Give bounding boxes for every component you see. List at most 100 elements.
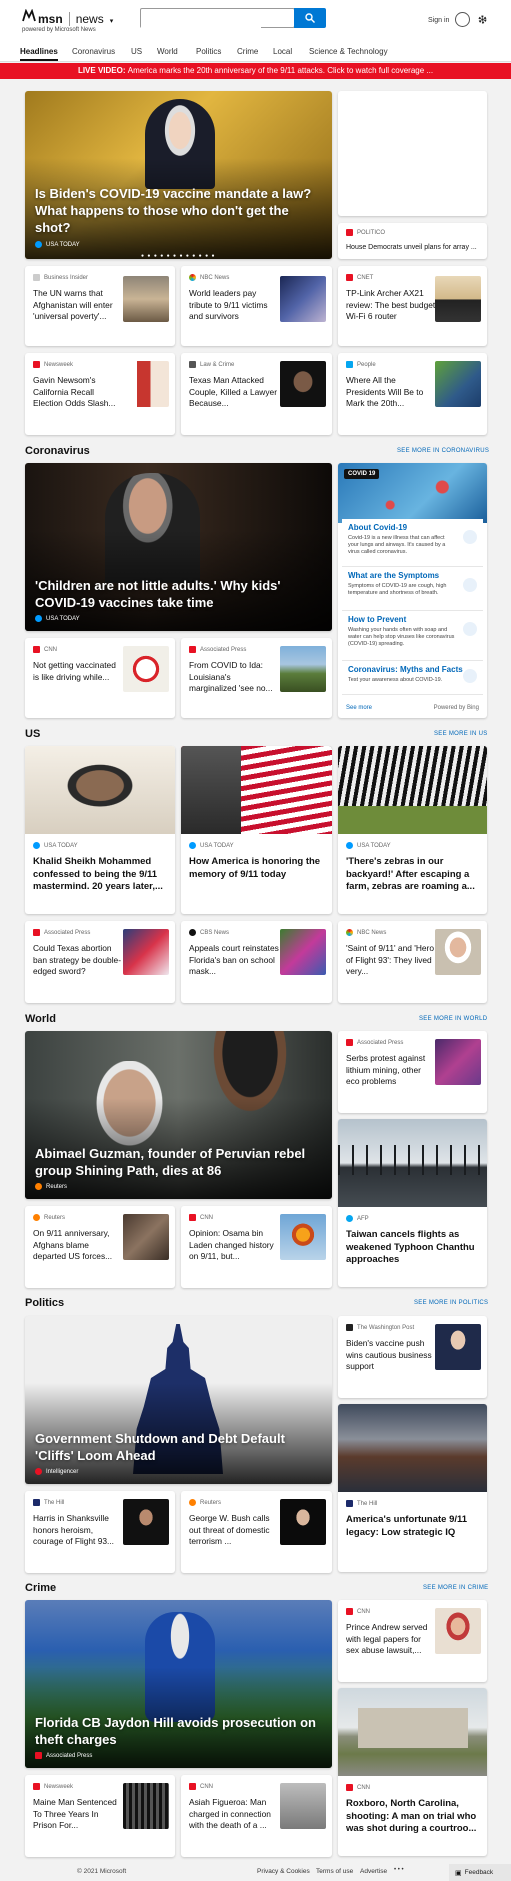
avatar[interactable] — [455, 12, 470, 27]
feedback-icon: ▣ — [455, 1869, 462, 1877]
covid-see-more[interactable]: See more — [346, 705, 372, 711]
covid-row-myths[interactable]: Coronavirus: Myths and Facts Test your aw… — [342, 661, 483, 695]
gear-icon[interactable] — [477, 14, 488, 25]
coronavirus-hero-card[interactable]: 'Children are not little adults.' Why ki… — [25, 463, 332, 631]
footer-link-terms[interactable]: Terms of use — [316, 1868, 353, 1875]
news-card[interactable]: CNN Not getting vaccinated is like drivi… — [25, 638, 175, 718]
feedback-button[interactable]: ▣ Feedback — [449, 1864, 511, 1881]
news-card[interactable]: CNET TP-Link Archer AX21 review: The bes… — [338, 266, 487, 346]
news-card[interactable]: People Where All the Presidents Will Be … — [338, 353, 487, 435]
tab-science-technology[interactable]: Science & Technology — [309, 47, 388, 56]
thumbnail — [280, 1214, 326, 1260]
hero-title: Florida CB Jaydon Hill avoids prosecutio… — [35, 1715, 316, 1747]
powered-by-bing: Powered by Bing — [433, 705, 479, 711]
see-more-us[interactable]: SEE MORE IN US — [434, 731, 488, 737]
source: The Hill — [33, 1499, 64, 1506]
news-card[interactable]: Reuters George W. Bush calls out threat … — [181, 1491, 332, 1573]
msn-logo[interactable]: msn news ▾ — [22, 9, 113, 26]
title: Opinion: Osama bin Laden changed history… — [189, 1228, 274, 1261]
source: CNN — [33, 646, 57, 653]
title: 'Saint of 9/11' and 'Hero of Flight 93':… — [346, 943, 434, 976]
feedback-label: Feedback — [464, 1869, 494, 1876]
banner-label: LIVE VIDEO: — [77, 66, 126, 75]
source: Newsweek — [33, 361, 73, 368]
row-text: Washing your hands often with soap and w… — [348, 627, 455, 647]
sign-in-link[interactable]: Sign in — [428, 17, 449, 24]
news-card[interactable]: The Hill Harris in Shanksville honors he… — [25, 1491, 175, 1573]
politics-hero-card[interactable]: Government Shutdown and Debt Default 'Cl… — [25, 1316, 332, 1484]
usa-today-icon — [35, 615, 42, 622]
covid-row-prevent[interactable]: How to Prevent Washing your hands often w… — [342, 611, 483, 661]
source-label: CNN — [44, 646, 57, 653]
politics-side-card[interactable]: The Hill America's unfortunate 9/11 lega… — [338, 1404, 487, 1572]
see-more-coronavirus[interactable]: SEE MORE IN CORONAVIRUS — [397, 448, 489, 454]
section-title-world: World — [25, 1013, 56, 1025]
world-side-card[interactable]: AFP Taiwan cancels flights as weakened T… — [338, 1119, 487, 1287]
myths-icon — [463, 669, 477, 683]
tab-us[interactable]: US — [131, 47, 142, 56]
source: CNN — [346, 1784, 370, 1791]
title: The UN warns that Afghanistan will enter… — [33, 288, 113, 321]
news-card[interactable]: Newsweek Maine Man Sentenced To Three Ye… — [25, 1775, 175, 1857]
us-big-card[interactable]: USA TODAY Khalid Sheikh Mohammed confess… — [25, 746, 175, 914]
see-more-crime[interactable]: SEE MORE IN CRIME — [423, 1585, 488, 1591]
tab-local[interactable]: Local — [273, 47, 292, 56]
world-hero-card[interactable]: Abimael Guzman, founder of Peruvian rebe… — [25, 1031, 332, 1199]
tab-crime[interactable]: Crime — [237, 47, 258, 56]
news-card[interactable]: Newsweek Gavin Newsom's California Recal… — [25, 353, 175, 435]
source: CNET — [346, 274, 373, 281]
news-card[interactable]: Associated Press From COVID to Ida: Loui… — [181, 638, 332, 718]
title: Maine Man Sentenced To Three Years In Pr… — [33, 1797, 117, 1830]
covid-row-symptoms[interactable]: What are the Symptoms Symptoms of COVID-1… — [342, 567, 483, 611]
see-more-world[interactable]: SEE MORE IN WORLD — [419, 1016, 487, 1022]
source-label: The Washington Post — [357, 1324, 415, 1331]
thumbnail — [435, 929, 481, 975]
thumbnail — [123, 276, 169, 322]
search-button[interactable] — [294, 8, 326, 28]
carousel-dots[interactable]: ● ● ● ● ● ● ● ● ● ● ● ● — [141, 253, 216, 259]
tab-politics[interactable]: Politics — [196, 47, 221, 56]
footer-link-privacy[interactable]: Privacy & Cookies — [257, 1868, 310, 1875]
footer-link-advertise[interactable]: Advertise — [360, 1868, 387, 1875]
us-big-card[interactable]: USA TODAY How America is honoring the me… — [181, 746, 332, 914]
hero-card[interactable]: Is Biden's COVID-19 vaccine mandate a la… — [25, 91, 332, 259]
title: Appeals court reinstates Florida's ban o… — [189, 943, 279, 976]
search-box[interactable] — [140, 8, 295, 29]
tab-coronavirus[interactable]: Coronavirus — [72, 47, 115, 56]
reuters-icon — [189, 1499, 196, 1506]
side-card-politico[interactable]: POLITICO House Democrats unveil plans fo… — [338, 223, 487, 259]
crime-hero-card[interactable]: Florida CB Jaydon Hill avoids prosecutio… — [25, 1600, 332, 1768]
source: CNN — [189, 1783, 213, 1790]
chevron-down-icon: ▾ — [109, 18, 114, 25]
news-card[interactable]: Business Insider The UN warns that Afgha… — [25, 266, 175, 346]
news-card[interactable]: Reuters On 9/11 anniversary, Afghans bla… — [25, 1206, 175, 1288]
source: People — [346, 361, 376, 368]
search-input[interactable] — [141, 10, 261, 29]
news-card[interactable]: CNN Asiah Figueroa: Man charged in conne… — [181, 1775, 332, 1857]
news-card[interactable]: The Washington Post Biden's vaccine push… — [338, 1316, 487, 1398]
tab-headlines[interactable]: Headlines — [20, 47, 58, 61]
tab-world[interactable]: World — [157, 47, 178, 56]
the-hill-icon — [346, 1500, 353, 1507]
more-options-icon[interactable]: • • • — [394, 1867, 404, 1873]
thumbnail — [435, 276, 481, 322]
news-card[interactable]: NBC News World leaders pay tribute to 9/… — [181, 266, 332, 346]
hero-title: 'Children are not little adults.' Why ki… — [35, 578, 281, 610]
source-label: CNN — [357, 1608, 370, 1615]
news-card[interactable]: CNN Prince Andrew served with legal pape… — [338, 1600, 487, 1682]
ad-card — [338, 91, 487, 216]
newsweek-icon — [33, 361, 40, 368]
covid-row-about[interactable]: About Covid-19 Covid-19 is a new illness … — [342, 519, 483, 567]
news-card[interactable]: Law & Crime Texas Man Attacked Couple, K… — [181, 353, 332, 435]
crime-side-card[interactable]: CNN Roxboro, North Carolina, shooting: A… — [338, 1688, 487, 1856]
news-card[interactable]: CNN Opinion: Osama bin Laden changed his… — [181, 1206, 332, 1288]
live-video-banner[interactable]: LIVE VIDEO: America marks the 20th anniv… — [0, 63, 511, 79]
news-card[interactable]: Associated Press Serbs protest against l… — [338, 1031, 487, 1113]
see-more-politics[interactable]: SEE MORE IN POLITICS — [414, 1300, 488, 1306]
news-card[interactable]: NBC News 'Saint of 9/11' and 'Hero of Fl… — [338, 921, 487, 1003]
us-big-card[interactable]: USA TODAY 'There's zebras in our backyar… — [338, 746, 487, 914]
the-hill-icon — [33, 1499, 40, 1506]
news-card[interactable]: Associated Press Could Texas abortion ba… — [25, 921, 175, 1003]
source: Business Insider — [33, 274, 88, 281]
news-card[interactable]: CBS News Appeals court reinstates Florid… — [181, 921, 332, 1003]
